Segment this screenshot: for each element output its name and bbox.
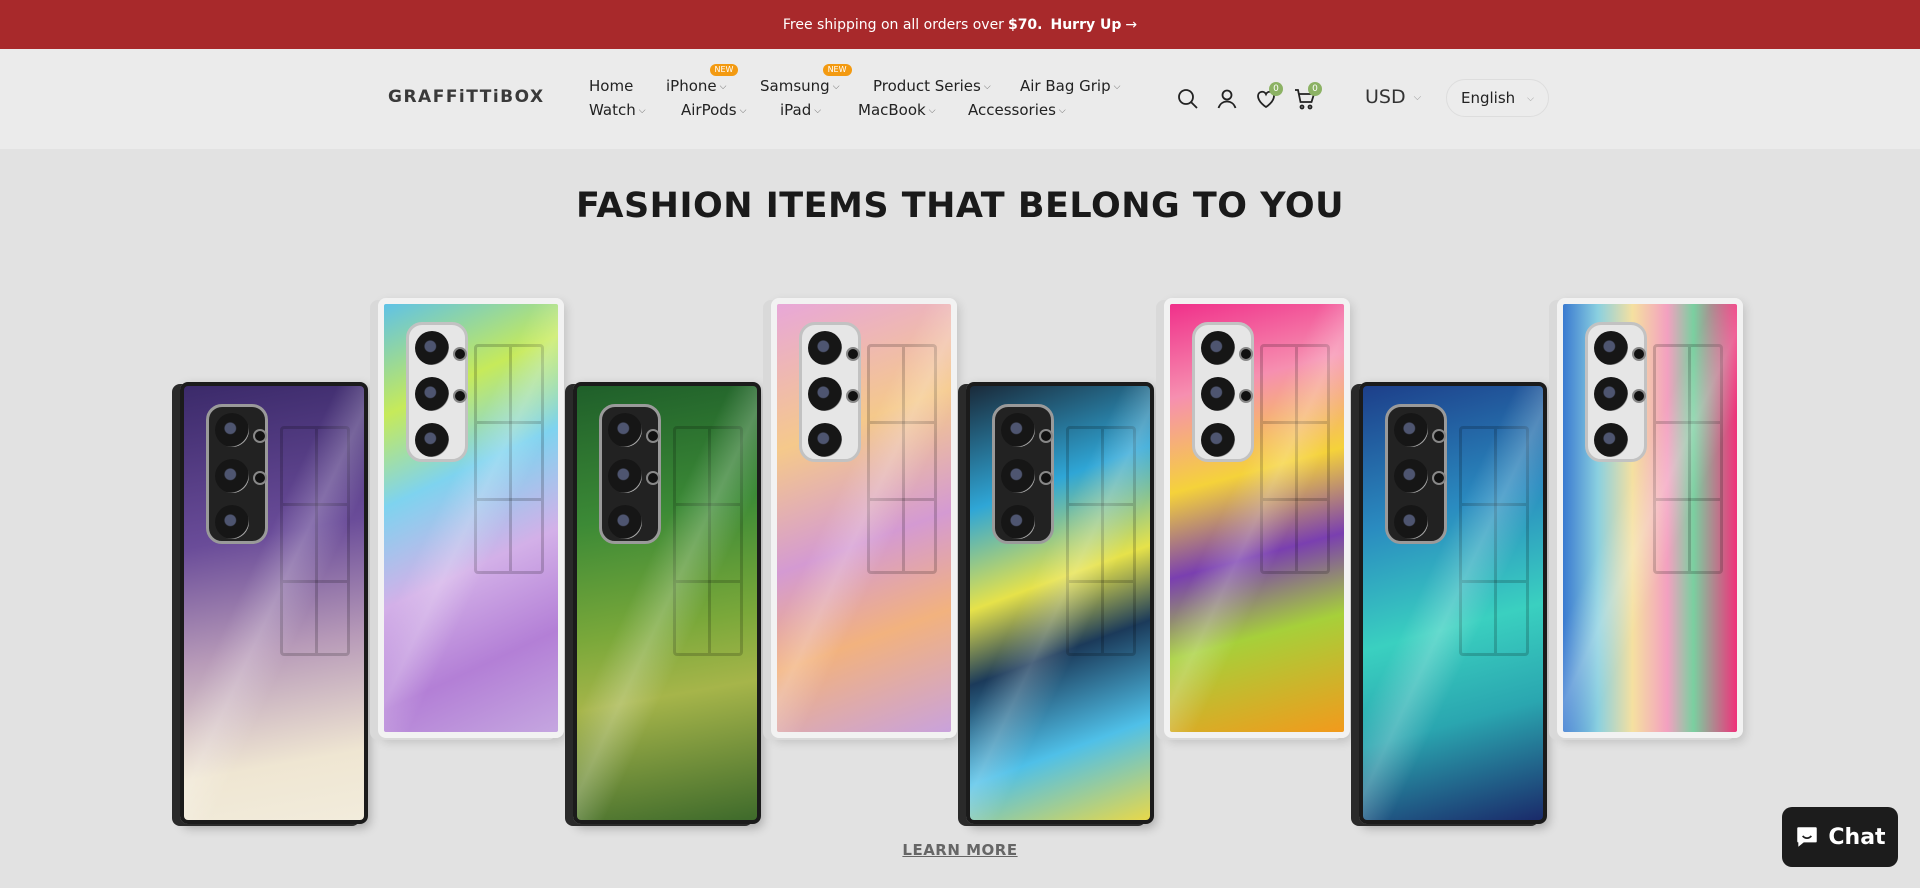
new-badge: NEW xyxy=(709,64,739,76)
chevron-down-icon: ⌵ xyxy=(739,106,747,116)
chevron-down-icon: ⌵ xyxy=(1113,82,1121,92)
camera-module xyxy=(1385,404,1447,544)
phone-case-abstract xyxy=(378,298,564,738)
new-badge: NEW xyxy=(822,64,852,76)
chevron-down-icon: ⌵ xyxy=(638,106,646,116)
camera-module xyxy=(206,404,268,544)
announcement-bar: Free shipping on all orders over $70. Hu… xyxy=(0,0,1920,49)
chevron-down-icon: ⌵ xyxy=(719,82,727,92)
chat-button[interactable]: Chat xyxy=(1782,807,1898,867)
announcement-cta[interactable]: Hurry Up xyxy=(1051,17,1122,33)
camera-module xyxy=(992,404,1054,544)
phone-case-pastel xyxy=(771,298,957,738)
phone-case-stripes xyxy=(1557,298,1743,738)
cart-button[interactable]: 0 xyxy=(1292,82,1322,112)
nav-ipad[interactable]: iPad ⌵ xyxy=(780,101,821,119)
phone-case-green xyxy=(573,382,761,824)
camera-module xyxy=(406,322,468,462)
chat-label: Chat xyxy=(1828,824,1886,850)
nav-iphone[interactable]: iPhone ⌵ NEW xyxy=(666,64,739,95)
phone-case-butterfly xyxy=(966,382,1154,824)
account-button[interactable] xyxy=(1214,86,1240,112)
phone-case-rainbow xyxy=(1164,298,1350,738)
chevron-down-icon: ⌵ xyxy=(1058,106,1066,116)
language-selector[interactable]: English ⌵ xyxy=(1446,79,1549,117)
camera-module xyxy=(1585,322,1647,462)
learn-more-wrapper: LEARN MORE xyxy=(0,840,1920,859)
nav-accessories[interactable]: Accessories ⌵ xyxy=(968,101,1066,119)
announcement-text: Free shipping on all orders over xyxy=(782,16,1004,33)
hero-title: FASHION ITEMS THAT BELONG TO YOU xyxy=(575,186,1345,226)
site-header: GRAFFiTTiBOX Home iPhone ⌵ NEW Samsung ⌵ N… xyxy=(0,49,1920,149)
chevron-down-icon: ⌵ xyxy=(832,82,840,92)
announcement-amount: $70. xyxy=(1007,16,1043,33)
nav-air-bag-grip[interactable]: Air Bag Grip ⌵ xyxy=(1020,77,1120,95)
nav-airpods[interactable]: AirPods ⌵ xyxy=(681,101,746,119)
nav-macbook[interactable]: MacBook ⌵ xyxy=(858,101,936,119)
nav-watch[interactable]: Watch ⌵ xyxy=(589,101,646,119)
nav-product-series[interactable]: Product Series ⌵ xyxy=(873,77,991,95)
account-icon xyxy=(1217,89,1237,109)
chevron-down-icon: ⌵ xyxy=(1527,94,1534,104)
nav-samsung[interactable]: Samsung ⌵ NEW xyxy=(760,64,852,95)
chevron-down-icon: ⌵ xyxy=(928,106,936,116)
camera-module xyxy=(799,322,861,462)
wishlist-button[interactable]: 0 xyxy=(1253,82,1283,112)
learn-more-link[interactable]: LEARN MORE xyxy=(902,841,1017,859)
currency-selector[interactable]: USD ⌵ xyxy=(1365,86,1421,108)
chat-bubble-icon xyxy=(1797,827,1818,847)
phone-case-galaxy xyxy=(180,382,368,824)
arrow-right-icon: → xyxy=(1125,16,1138,33)
cart-count: 0 xyxy=(1308,82,1322,96)
chevron-down-icon: ⌵ xyxy=(1413,92,1422,103)
nav-home[interactable]: Home xyxy=(589,77,633,95)
phone-case-teal xyxy=(1359,382,1547,824)
camera-module xyxy=(1192,322,1254,462)
search-button[interactable] xyxy=(1175,86,1201,112)
search-icon xyxy=(1178,89,1198,109)
camera-module xyxy=(599,404,661,544)
chevron-down-icon: ⌵ xyxy=(814,106,822,116)
logo[interactable]: GRAFFiTTiBOX xyxy=(388,87,545,107)
wishlist-count: 0 xyxy=(1269,82,1283,96)
chevron-down-icon: ⌵ xyxy=(983,82,991,92)
